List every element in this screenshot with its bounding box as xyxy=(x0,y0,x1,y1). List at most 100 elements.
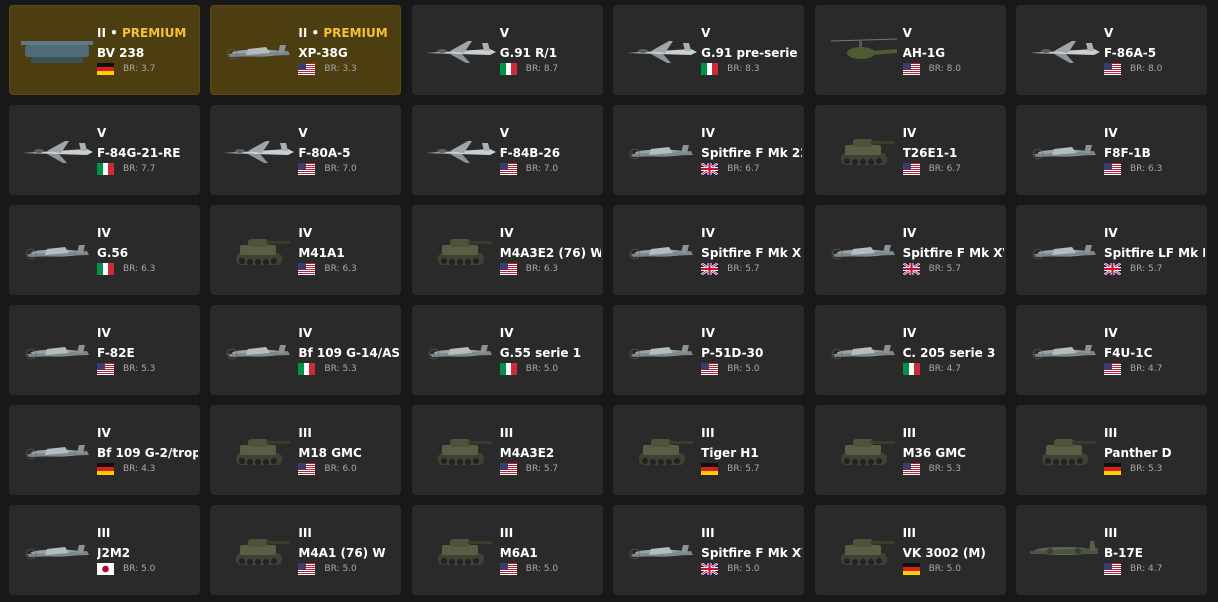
vehicle-card-bv-238[interactable]: II • PREMIUM BV 238 BR: 3.7 xyxy=(9,5,200,95)
br-label: BR: xyxy=(1129,564,1146,574)
br-label: BR: xyxy=(1129,64,1146,74)
br-label: BR: xyxy=(1129,264,1146,274)
vehicle-meta: BR: 6.3 xyxy=(499,263,601,275)
vehicle-meta: BR: 5.0 xyxy=(499,363,601,375)
br-label: BR: xyxy=(123,564,139,574)
vehicle-tier: IV xyxy=(500,226,601,240)
vehicle-meta: BR: 5.3 xyxy=(1103,463,1205,475)
tier-label: III xyxy=(1103,526,1118,540)
vehicle-card-vk-3002-m[interactable]: III VK 3002 (M) BR: 5.0 xyxy=(814,505,1006,595)
vehicle-card-f-86a-5[interactable]: V F-86A-5 BR: 8.0 xyxy=(1015,5,1207,95)
vehicle-info: III M18 GMC BR: 6.0 xyxy=(298,426,399,475)
vehicle-card-g-91-pre-serie[interactable]: V G.91 pre-serie BR: 8.3 xyxy=(613,5,805,95)
vehicle-meta: BR: 5.7 xyxy=(701,463,802,475)
vehicle-card-b-17e[interactable]: III B-17E BR: 4.7 xyxy=(1015,505,1207,595)
vehicle-card-bf-109-g-14-as[interactable]: IV Bf 109 G-14/AS BR: 5.3 xyxy=(210,305,402,395)
vehicle-tier: IV xyxy=(298,326,399,340)
battle-rating: BR: 8.7 xyxy=(526,64,558,74)
vehicle-card-m36-gmc[interactable]: III M36 GMC BR: 5.3 xyxy=(814,405,1006,495)
vehicle-card-p-51d-30[interactable]: IV P-51D-30 BR: 5.0 xyxy=(613,305,805,395)
tank-icon xyxy=(621,427,701,473)
vehicle-meta: BR: 6.7 xyxy=(902,163,1004,175)
br-label: BR: xyxy=(525,564,541,574)
heli-icon xyxy=(823,27,903,73)
vehicle-card-m18-gmc[interactable]: III M18 GMC BR: 6.0 xyxy=(210,405,402,495)
br-value: 5.0 xyxy=(342,564,357,574)
vehicle-card-f-84g-21-re[interactable]: V F-84G-21-RE BR: 7.7 xyxy=(9,105,200,195)
vehicle-card-f-84b-26[interactable]: V F-84B-26 BR: 7.0 xyxy=(411,105,603,195)
br-label: BR: xyxy=(928,464,944,474)
vehicle-name: Spitfire F Mk XVIII xyxy=(902,246,1004,260)
vehicle-card-bf-109-g-2-trop[interactable]: IV Bf 109 G-2/trop BR: 4.3 xyxy=(9,405,200,495)
vehicle-card-t26e1-1[interactable]: IV T26E1-1 BR: 6.7 xyxy=(814,105,1006,195)
vehicle-card-f-80a-5[interactable]: V F-80A-5 BR: 7.0 xyxy=(210,105,402,195)
br-value: 5.0 xyxy=(946,564,961,574)
vehicle-name: Spitfire F Mk 22 xyxy=(701,146,803,160)
vehicle-card-g-55-serie-1[interactable]: IV G.55 serie 1 BR: 5.0 xyxy=(411,305,603,395)
tank-icon xyxy=(218,527,298,573)
br-value: 8.0 xyxy=(946,64,961,74)
vehicle-info: IV Spitfire LF Mk IX BR: 5.7 xyxy=(1103,226,1205,275)
vehicle-grid: II • PREMIUM BV 238 BR: 3.7 II • PREMIUM… xyxy=(0,0,1218,602)
battle-rating: BR: 6.3 xyxy=(324,264,356,274)
tier-label: IV xyxy=(1103,326,1118,340)
usa-flag-icon xyxy=(499,463,526,475)
vehicle-card-m41a1[interactable]: IV M41A1 BR: 6.3 xyxy=(210,205,402,295)
vehicle-card-g-91-r-1[interactable]: V G.91 R/1 BR: 8.7 xyxy=(411,5,603,95)
vehicle-meta: BR: 5.3 xyxy=(97,363,198,375)
vehicle-card-m4a3e2-76-w[interactable]: IV M4A3E2 (76) W BR: 6.3 xyxy=(411,205,603,295)
vehicle-card-m4a3e2[interactable]: III M4A3E2 BR: 5.7 xyxy=(411,405,603,495)
vehicle-card-spitfire-lf-mk-ix[interactable]: IV Spitfire LF Mk IX BR: 5.7 xyxy=(1015,205,1207,295)
italy-flag-icon xyxy=(499,63,526,75)
tier-label: IV xyxy=(298,226,313,240)
usa-flag-icon xyxy=(902,163,929,175)
battle-rating: BR: 5.7 xyxy=(727,464,759,474)
italy-flag-icon xyxy=(902,363,929,375)
vehicle-name: Spitfire F Mk XVI xyxy=(701,546,802,560)
vehicle-tier: IV xyxy=(97,226,198,240)
vehicle-card-m6a1[interactable]: III M6A1 BR: 5.0 xyxy=(411,505,603,595)
br-value: 5.7 xyxy=(543,464,559,474)
vehicle-card-spitfire-f-mk-22[interactable]: IV Spitfire F Mk 22 BR: 6.7 xyxy=(613,105,805,195)
vehicle-card-spitfire-f-mk-xvi[interactable]: III Spitfire F Mk XVI BR: 5.0 xyxy=(613,505,805,595)
vehicle-info: III VK 3002 (M) BR: 5.0 xyxy=(902,526,1004,575)
vehicle-name: XP-38G xyxy=(298,46,348,60)
br-label: BR: xyxy=(928,64,944,74)
battle-rating: BR: 4.7 xyxy=(1130,564,1162,574)
vehicle-card-spitfire-f-mk-xviii[interactable]: IV Spitfire F Mk XVIII BR: 5.7 xyxy=(814,205,1006,295)
vehicle-tier: III xyxy=(500,526,601,540)
vehicle-card-f4u-1c[interactable]: IV F4U-1C BR: 4.7 xyxy=(1015,305,1207,395)
vehicle-tier: V xyxy=(903,26,1004,40)
vehicle-meta: BR: 7.0 xyxy=(298,163,399,175)
vehicle-card-m4a1-76-w[interactable]: III M4A1 (76) W BR: 5.0 xyxy=(210,505,402,595)
tier-label: III xyxy=(298,426,312,440)
plane-icon xyxy=(218,327,298,373)
vehicle-card-xp-38g[interactable]: II • PREMIUM XP-38G BR: 3.3 xyxy=(210,5,402,95)
vehicle-card-g-56[interactable]: IV G.56 BR: 6.3 xyxy=(9,205,200,295)
vehicle-meta: BR: 5.3 xyxy=(902,463,1004,475)
vehicle-meta: BR: 6.7 xyxy=(701,163,802,175)
vehicle-info: IV Spitfire F Mk XVIII BR: 5.7 xyxy=(902,226,1004,275)
vehicle-card-j2m2[interactable]: III J2M2 BR: 5.0 xyxy=(9,505,200,595)
battle-rating: BR: 5.7 xyxy=(526,464,558,474)
vehicle-name: Tiger H1 xyxy=(701,446,759,460)
br-label: BR: xyxy=(123,464,139,474)
vehicle-card-f-82e[interactable]: IV F-82E BR: 5.3 xyxy=(9,305,200,395)
vehicle-name: AH-1G xyxy=(902,46,946,60)
tier-label: IV xyxy=(499,226,514,240)
tier-label: IV xyxy=(298,326,313,340)
battle-rating: BR: 5.0 xyxy=(727,564,759,574)
tier-label: V xyxy=(701,26,711,40)
usa-flag-icon xyxy=(499,563,526,575)
vehicle-card-f8f-1b[interactable]: IV F8F-1B BR: 6.3 xyxy=(1015,105,1207,195)
vehicle-card-c-205-serie-3[interactable]: IV C. 205 serie 3 BR: 4.7 xyxy=(814,305,1006,395)
vehicle-card-panther-d[interactable]: III Panther D BR: 5.3 xyxy=(1015,405,1207,495)
vehicle-info: V G.91 R/1 BR: 8.7 xyxy=(499,26,601,75)
usa-flag-icon xyxy=(1103,363,1130,375)
vehicle-meta: BR: 5.0 xyxy=(499,563,601,575)
vehicle-name: M4A1 (76) W xyxy=(298,546,386,560)
battle-rating: BR: 5.0 xyxy=(324,564,356,574)
vehicle-card-spitfire-f-mk-xive[interactable]: IV Spitfire F Mk XIVe BR: 5.7 xyxy=(613,205,805,295)
vehicle-card-ah-1g[interactable]: V AH-1G BR: 8.0 xyxy=(814,5,1006,95)
vehicle-card-tiger-h1[interactable]: III Tiger H1 BR: 5.7 xyxy=(613,405,805,495)
